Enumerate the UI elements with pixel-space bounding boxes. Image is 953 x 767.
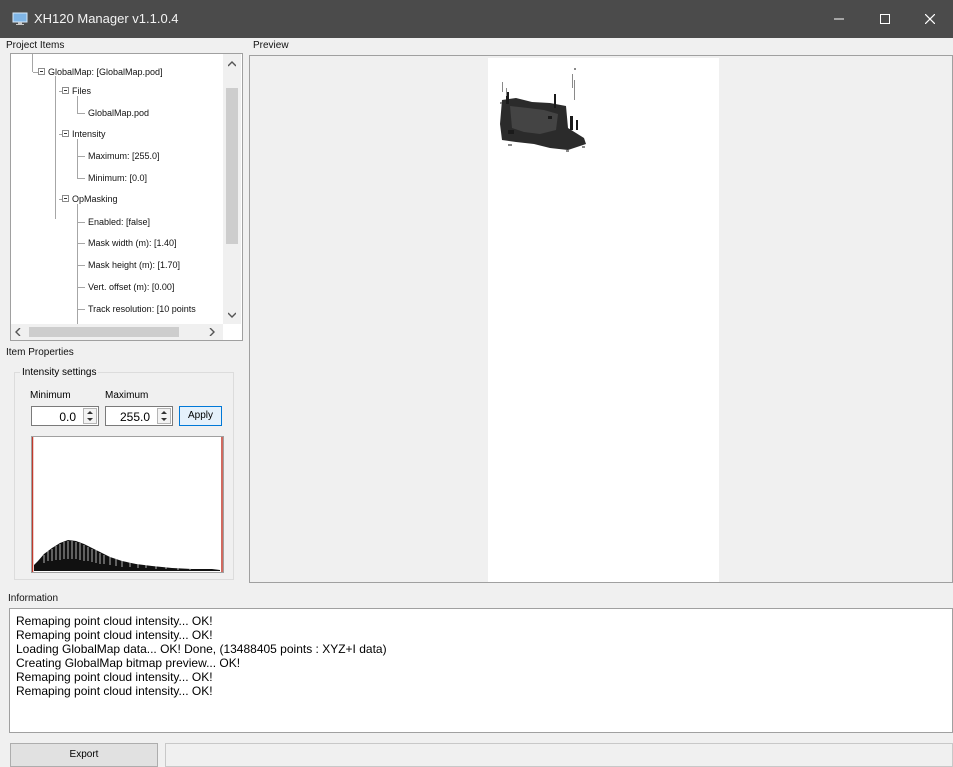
tree-collapse-icon[interactable] — [62, 130, 69, 137]
close-button[interactable] — [907, 0, 953, 38]
tree-horizontal-scrollbar[interactable] — [11, 324, 223, 340]
project-tree[interactable]: GlobalMap: [GlobalMap.pod] Files GlobalM… — [10, 53, 243, 341]
tree-node-intensity[interactable]: Intensity — [72, 129, 106, 139]
project-items-label: Project Items — [6, 40, 65, 51]
export-button[interactable]: Export — [10, 743, 158, 767]
minimize-icon — [834, 18, 844, 20]
information-label: Information — [8, 593, 59, 604]
tree-collapse-icon[interactable] — [38, 68, 45, 75]
tree-node-track-resolution[interactable]: Track resolution: [10 points — [88, 304, 196, 314]
scroll-up-icon[interactable] — [227, 60, 237, 70]
log-line: Remaping point cloud intensity... OK! — [16, 670, 213, 684]
preview-panel[interactable] — [249, 55, 953, 583]
tree-node-mask-height[interactable]: Mask height (m): [1.70] — [88, 260, 180, 270]
tree-node-file[interactable]: GlobalMap.pod — [88, 108, 149, 118]
scroll-down-icon[interactable] — [227, 311, 237, 321]
tree-vertical-scrollbar[interactable] — [223, 54, 241, 324]
stepper-arrows-icon[interactable] — [157, 408, 171, 424]
tree-node-mask-width[interactable]: Mask width (m): [1.40] — [88, 238, 177, 248]
intensity-settings-caption: Intensity settings — [20, 367, 99, 378]
scroll-right-icon[interactable] — [209, 327, 215, 339]
tree-node-globalmap[interactable]: GlobalMap: [GlobalMap.pod] — [48, 67, 163, 77]
window-title: XH120 Manager v1.1.0.4 — [34, 11, 179, 26]
maximum-stepper[interactable]: 255.0 — [105, 406, 173, 426]
intensity-histogram — [31, 436, 224, 573]
log-line: Creating GlobalMap bitmap preview... OK! — [16, 656, 241, 670]
maximum-label: Maximum — [105, 390, 149, 401]
minimize-button[interactable] — [816, 0, 862, 38]
status-progress-field — [165, 743, 953, 767]
minimum-label: Minimum — [30, 390, 71, 401]
minimum-stepper[interactable]: 0.0 — [31, 406, 99, 426]
vertical-scroll-thumb[interactable] — [226, 88, 238, 244]
tree-collapse-icon[interactable] — [62, 195, 69, 202]
maximize-icon — [880, 14, 890, 24]
log-line: Remaping point cloud intensity... OK! — [16, 614, 213, 628]
information-log[interactable]: Remaping point cloud intensity... OK! Re… — [9, 608, 953, 733]
apply-button[interactable]: Apply — [179, 406, 222, 426]
scroll-left-icon[interactable] — [15, 327, 21, 339]
log-line: Remaping point cloud intensity... OK! — [16, 628, 213, 642]
tree-node-maximum[interactable]: Maximum: [255.0] — [88, 151, 160, 161]
close-icon — [925, 14, 935, 24]
maximum-value: 255.0 — [119, 410, 150, 424]
maximize-button[interactable] — [862, 0, 908, 38]
tree-collapse-icon[interactable] — [62, 87, 69, 94]
log-line: Loading GlobalMap data... OK! Done, (134… — [16, 642, 387, 656]
tree-node-opmasking[interactable]: OpMasking — [72, 194, 118, 204]
tree-node-minimum[interactable]: Minimum: [0.0] — [88, 173, 147, 183]
preview-label: Preview — [253, 40, 289, 51]
log-line: Remaping point cloud intensity... OK! — [16, 684, 213, 698]
horizontal-scroll-thumb[interactable] — [29, 327, 179, 337]
app-monitor-icon — [12, 12, 28, 25]
tree-node-vert-offset[interactable]: Vert. offset (m): [0.00] — [88, 282, 174, 292]
item-properties-label: Item Properties — [6, 347, 74, 358]
stepper-arrows-icon[interactable] — [83, 408, 97, 424]
minimum-value: 0.0 — [59, 410, 76, 424]
tree-node-enabled[interactable]: Enabled: [false] — [88, 217, 150, 227]
tree-node-files[interactable]: Files — [72, 86, 91, 96]
title-bar[interactable]: XH120 Manager v1.1.0.4 — [0, 0, 953, 38]
pointcloud-preview-image — [488, 58, 719, 582]
